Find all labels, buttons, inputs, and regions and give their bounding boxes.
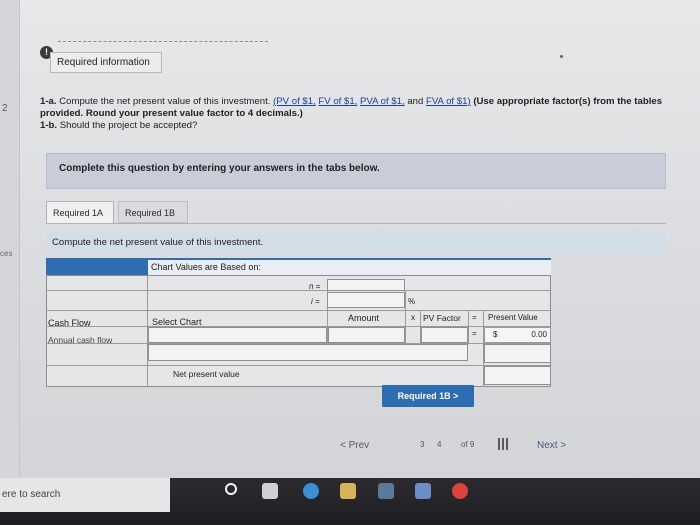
edge-icon[interactable]: [303, 483, 319, 499]
pv-table-link[interactable]: (PV of $1,: [273, 96, 316, 107]
required-1b-button[interactable]: Required 1B >: [382, 385, 474, 407]
task-view-icon[interactable]: [262, 483, 278, 499]
page-next[interactable]: 4: [437, 440, 441, 449]
page-of-label: of 9: [461, 440, 475, 449]
row-label-annual-cash-flow: Annual cash flow: [48, 335, 113, 345]
and-text: and: [407, 96, 424, 107]
taskbar-search[interactable]: ere to search: [0, 478, 170, 512]
net-present-value-label: Net present value: [173, 369, 240, 379]
tab-required-1a[interactable]: Required 1A: [46, 201, 114, 223]
file-explorer-icon[interactable]: [340, 483, 356, 499]
tab-divider: [46, 223, 666, 224]
header-pv-factor: PV Factor: [423, 313, 461, 323]
cortana-icon[interactable]: [225, 483, 237, 495]
grid-line: [405, 290, 406, 343]
header-select-chart: Select Chart: [152, 317, 202, 327]
tab-required-1b[interactable]: Required 1B: [118, 201, 188, 223]
chart-values-label: Chart Values are Based on:: [148, 260, 551, 275]
part-a: 1-a. Compute the net present value of th…: [40, 96, 695, 120]
amount-input[interactable]: [328, 327, 405, 343]
blank-row-input[interactable]: [148, 344, 468, 361]
part-b-text: Should the project be accepted?: [59, 120, 198, 131]
prev-button[interactable]: < Prev: [340, 440, 369, 451]
sidebar-label: ces: [0, 249, 13, 258]
store-icon[interactable]: [378, 483, 394, 499]
part-a-label: 1-a.: [40, 96, 57, 107]
equals-sign: =: [472, 313, 477, 322]
part-a-text: Compute the net present value of this in…: [59, 96, 271, 107]
n-input[interactable]: [327, 279, 405, 291]
left-rail: [0, 0, 20, 478]
header-cash-flow: Cash Flow: [48, 318, 91, 328]
problem-statement: 1-a. Compute the net present value of th…: [40, 96, 695, 132]
select-chart-dropdown[interactable]: [148, 327, 327, 343]
grid-icon[interactable]: [498, 438, 510, 450]
header-present-value: Present Value: [488, 313, 538, 322]
question-text: Compute the net present value of this in…: [46, 230, 666, 254]
present-value-amount: 0.00: [531, 330, 547, 339]
pva-table-link[interactable]: PVA of $1,: [360, 96, 405, 107]
part-b-label: 1-b.: [40, 120, 58, 131]
present-value-cell: $ 0.00: [484, 327, 551, 343]
i-label: i =: [311, 297, 320, 306]
sidebar-number: 2: [2, 103, 8, 114]
fv-table-link[interactable]: FV of $1,: [318, 96, 357, 107]
i-input[interactable]: [327, 292, 405, 308]
chrome-icon[interactable]: [452, 483, 468, 499]
next-button[interactable]: Next >: [537, 440, 566, 451]
decorative-dot: [560, 55, 563, 58]
header-amount: Amount: [348, 313, 380, 323]
blank-row-pv[interactable]: [484, 344, 551, 363]
grid-line: [46, 310, 551, 311]
page-current[interactable]: 3: [420, 440, 424, 449]
part-b: 1-b. Should the project be accepted?: [40, 120, 695, 132]
equals-sign: =: [472, 329, 477, 338]
percent-sign: %: [408, 297, 416, 306]
times-sign: x: [411, 313, 415, 322]
pv-factor-input[interactable]: [421, 327, 468, 343]
mail-icon[interactable]: [415, 483, 431, 499]
divider: [58, 41, 268, 42]
required-info-tab[interactable]: Required information: [50, 52, 162, 73]
instruction-banner: Complete this question by entering your …: [46, 153, 666, 189]
grid-line: [46, 290, 551, 291]
net-present-value-input[interactable]: [484, 366, 551, 385]
fva-table-link[interactable]: FVA of $1): [426, 96, 471, 107]
grid-line: [46, 365, 551, 366]
n-label: n =: [309, 282, 321, 291]
currency-sign: $: [493, 330, 498, 339]
